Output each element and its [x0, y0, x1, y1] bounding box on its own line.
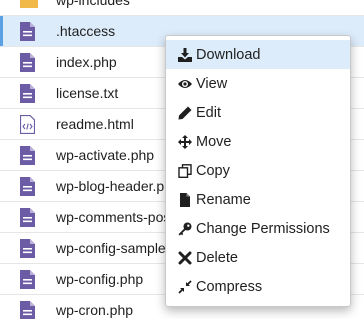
file-row[interactable]: wp-includes: [0, 0, 364, 16]
file-icon: [20, 270, 35, 289]
file-name: readme.html: [56, 116, 134, 132]
folder-icon: [20, 0, 38, 10]
eye-icon: [178, 77, 192, 91]
menu-item-label: View: [196, 75, 228, 92]
file-name: license.txt: [56, 85, 119, 101]
menu-item-label: Compress: [196, 278, 263, 295]
html-file-icon: [19, 114, 36, 135]
file-icon: [20, 22, 35, 41]
menu-item-label: Download: [196, 46, 261, 63]
file-name: .htaccess: [56, 23, 116, 39]
pencil-icon: [178, 106, 192, 120]
key-icon: [178, 222, 192, 236]
file-icon: [20, 146, 35, 165]
file-name: wp-cron.php: [56, 302, 134, 318]
download-icon: [178, 47, 192, 62]
menu-item-change-permissions[interactable]: Change Permissions: [166, 214, 350, 243]
menu-item-label: Move: [196, 133, 232, 150]
file-name: index.php: [56, 54, 117, 70]
menu-item-label: Copy: [196, 162, 230, 179]
menu-item-move[interactable]: Move: [166, 127, 350, 156]
menu-item-copy[interactable]: Copy: [166, 156, 350, 185]
menu-item-delete[interactable]: Delete: [166, 243, 350, 272]
file-name: wp-config.php: [56, 271, 144, 287]
file-name: wp-includes: [56, 0, 130, 8]
move-arrows-icon: [178, 134, 192, 149]
context-menu: Download View Edit Move Copy Rename Chan…: [165, 35, 351, 307]
menu-item-label: Rename: [196, 191, 251, 208]
file-icon: [20, 208, 35, 227]
file-name: wp-activate.php: [56, 147, 155, 163]
file-icon: [20, 239, 35, 258]
file-icon: [20, 53, 35, 72]
menu-item-view[interactable]: View: [166, 69, 350, 98]
menu-item-rename[interactable]: Rename: [166, 185, 350, 214]
copy-icon: [178, 163, 192, 178]
file-icon: [20, 177, 35, 196]
menu-item-download[interactable]: Download: [166, 40, 350, 69]
file-icon: [20, 301, 35, 319]
menu-item-label: Delete: [196, 249, 238, 266]
file-name: wp-blog-header.php: [56, 178, 180, 194]
menu-item-label: Change Permissions: [196, 220, 330, 237]
menu-item-compress[interactable]: Compress: [166, 272, 350, 301]
file-icon: [178, 192, 192, 207]
compress-icon: [178, 279, 192, 294]
times-icon: [178, 251, 192, 265]
menu-item-edit[interactable]: Edit: [166, 98, 350, 127]
menu-item-label: Edit: [196, 104, 221, 121]
file-icon: [20, 84, 35, 103]
